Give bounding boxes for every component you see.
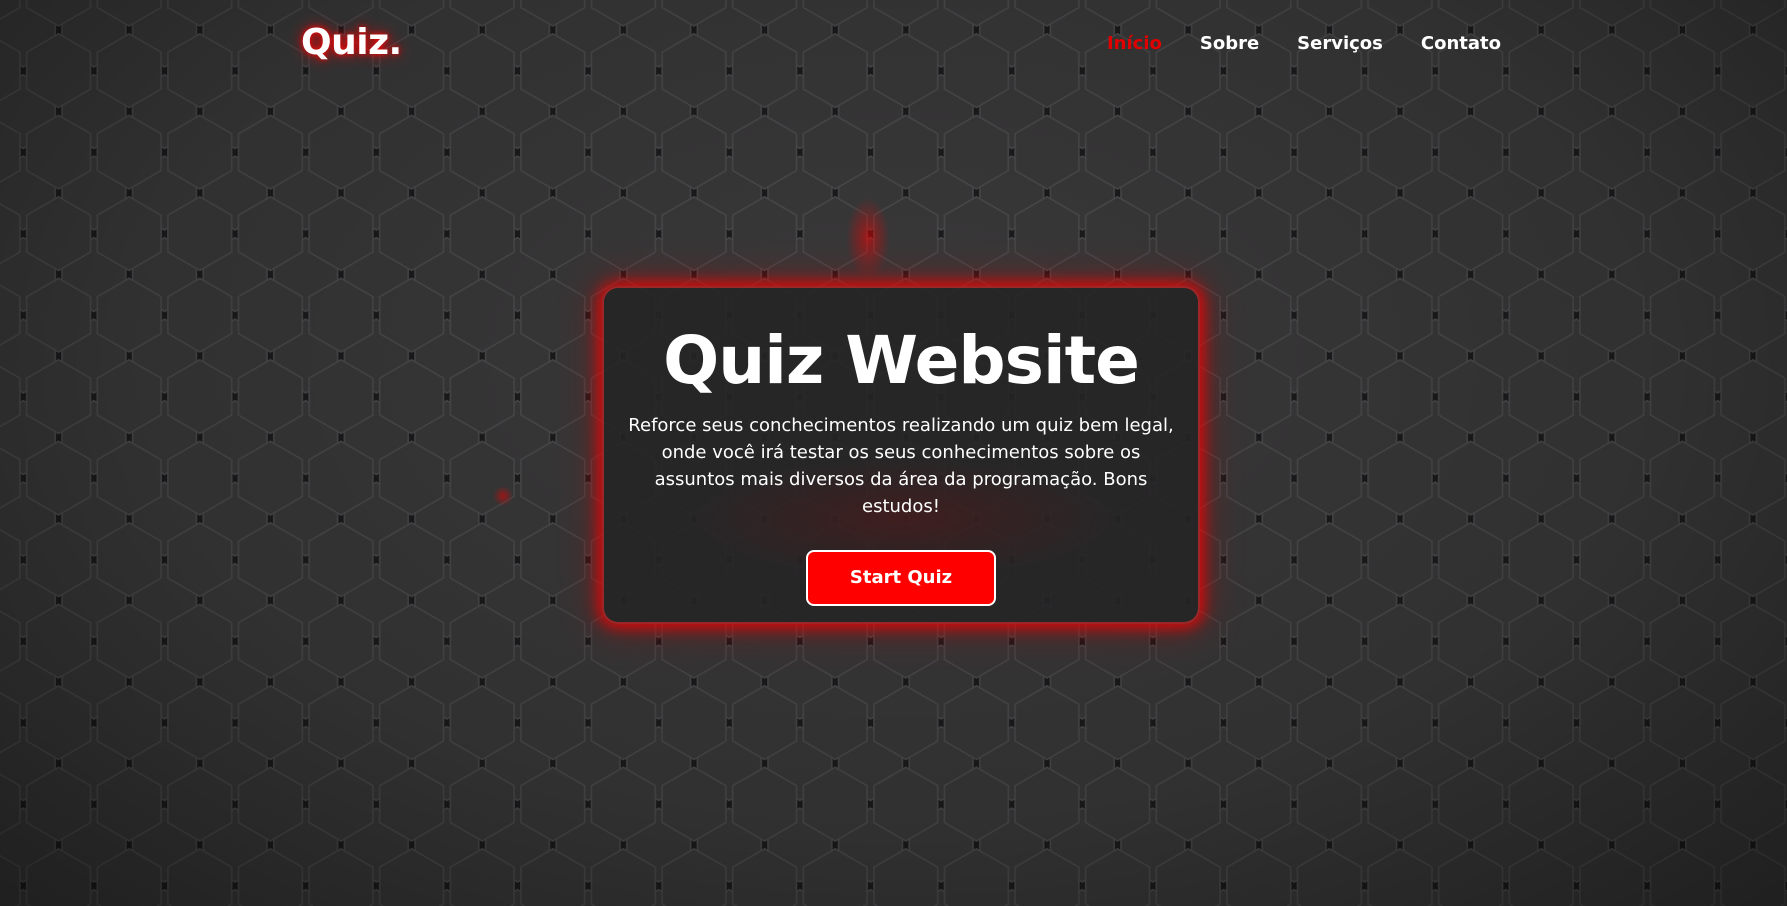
nav-link-contato[interactable]: Contato: [1421, 33, 1501, 54]
site-logo[interactable]: Quiz.: [301, 22, 402, 63]
nav-link-inicio[interactable]: Início: [1107, 33, 1162, 54]
hero-description: Reforce seus conchecimentos realizando u…: [628, 415, 1174, 517]
site-header: Quiz. Início Sobre Serviços Contato: [0, 0, 1787, 92]
start-quiz-button[interactable]: Start Quiz: [806, 550, 996, 606]
nav-link-sobre[interactable]: Sobre: [1200, 33, 1259, 54]
page: Quiz. Início Sobre Serviços Contato Quiz…: [0, 0, 1787, 906]
main-nav: Início Sobre Serviços Contato: [1107, 33, 1501, 54]
nav-link-servicos[interactable]: Serviços: [1297, 33, 1383, 54]
hero-card: Quiz Website Reforce seus conchecimentos…: [602, 286, 1200, 624]
hero-title: Quiz Website: [663, 322, 1140, 399]
